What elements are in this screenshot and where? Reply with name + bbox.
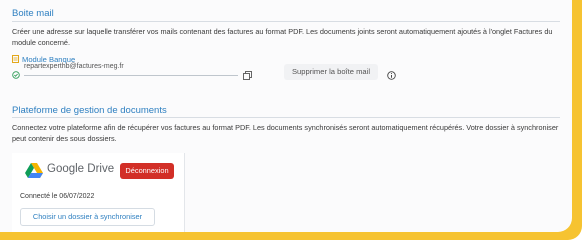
- section-divider: [12, 21, 560, 22]
- disconnect-button[interactable]: Déconnexion: [120, 163, 174, 179]
- info-icon[interactable]: [387, 67, 396, 85]
- docs-platform-description: Connectez votre plateforme afin de récup…: [12, 123, 559, 143]
- copy-icon[interactable]: [243, 67, 252, 85]
- google-drive-card: Google Drive Déconnexion Connecté le 06/…: [12, 153, 185, 232]
- settings-card: Boite mail Créer une adresse sur laquell…: [0, 0, 572, 232]
- email-underline: [24, 75, 238, 76]
- choose-folder-button[interactable]: Choisir un dossier à synchroniser: [20, 208, 155, 226]
- check-circle-icon: [12, 66, 20, 84]
- google-drive-logo-icon: [25, 163, 43, 184]
- mailbox-section-title: Boite mail: [12, 8, 54, 19]
- email-field[interactable]: repartexperthb@factures-meg.fr: [12, 63, 238, 79]
- email-address: repartexperthb@factures-meg.fr: [24, 63, 124, 70]
- provider-name: Google Drive: [47, 163, 115, 175]
- delete-mailbox-button[interactable]: Supprimer la boîte mail: [284, 64, 378, 80]
- docs-platform-section-title: Plateforme de gestion de documents: [12, 105, 167, 116]
- mailbox-description: Créer une adresse sur laquelle transfére…: [12, 27, 553, 47]
- connected-date-text: Connecté le 06/07/2022: [20, 193, 95, 200]
- section-divider: [12, 117, 560, 118]
